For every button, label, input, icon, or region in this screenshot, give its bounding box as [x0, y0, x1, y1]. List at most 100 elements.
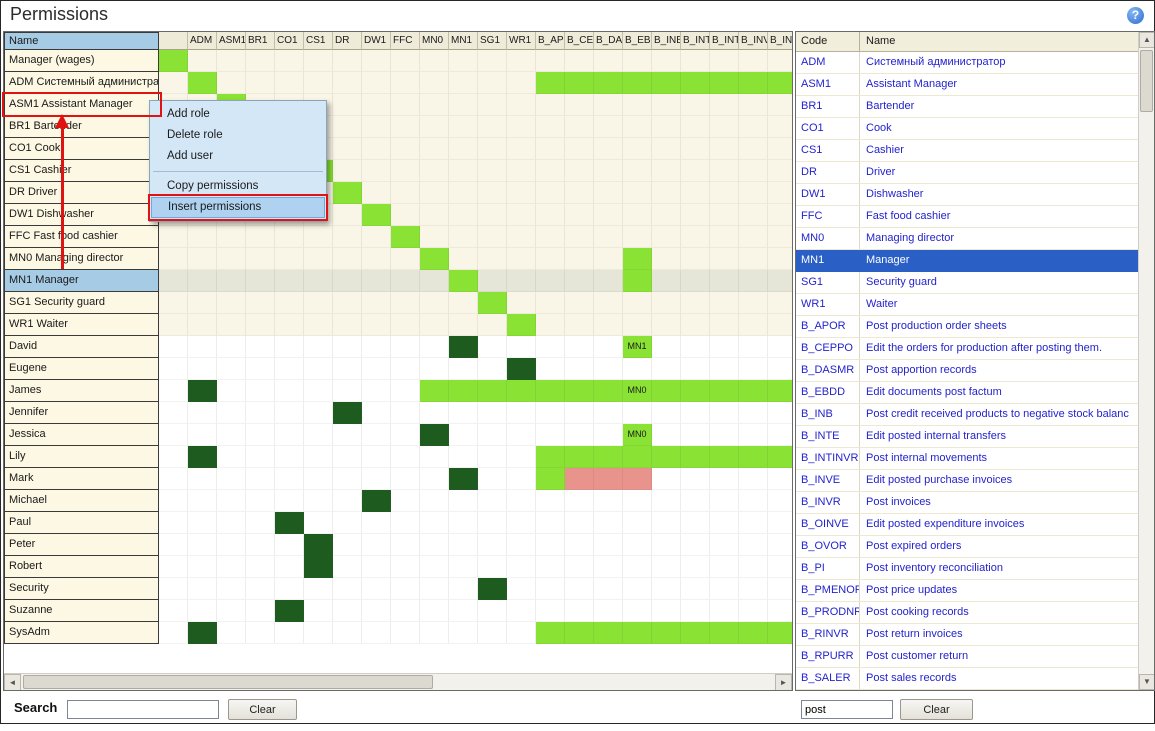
permission-cell[interactable] [768, 248, 792, 270]
list-row-B_DASMR[interactable]: B_DASMRPost apportion records [796, 360, 1138, 382]
permission-cell[interactable] [188, 314, 217, 336]
permission-cell[interactable] [159, 446, 188, 468]
permission-cell-light[interactable] [594, 446, 623, 468]
permission-cell[interactable] [681, 600, 710, 622]
permission-cell[interactable] [275, 490, 304, 512]
permission-cell[interactable] [507, 204, 536, 226]
permission-cell[interactable] [275, 446, 304, 468]
row-name[interactable]: DR Driver [4, 182, 159, 204]
permission-cell-dark[interactable] [507, 358, 536, 380]
permission-cell-pink[interactable] [594, 468, 623, 490]
permission-cell[interactable] [362, 336, 391, 358]
permission-cell-light[interactable] [623, 446, 652, 468]
permission-cell[interactable] [565, 50, 594, 72]
row-name[interactable]: Suzanne [4, 600, 159, 622]
permission-cell[interactable] [536, 94, 565, 116]
permission-cell[interactable] [420, 556, 449, 578]
row-name[interactable]: David [4, 336, 159, 358]
permission-cell[interactable] [652, 292, 681, 314]
column-header-DW1[interactable]: DW1 [362, 32, 391, 50]
permission-cell[interactable] [217, 226, 246, 248]
permission-cell[interactable] [188, 534, 217, 556]
permission-cell[interactable] [565, 94, 594, 116]
permission-cell[interactable] [652, 138, 681, 160]
permission-cell[interactable] [304, 512, 333, 534]
permission-cell[interactable] [681, 512, 710, 534]
permission-cell[interactable] [507, 534, 536, 556]
row-name[interactable]: Mark [4, 468, 159, 490]
permission-cell[interactable] [159, 578, 188, 600]
horizontal-scroll-thumb[interactable] [23, 675, 433, 689]
row-name[interactable]: FFC Fast food cashier [4, 226, 159, 248]
permission-cell[interactable] [739, 578, 768, 600]
permission-cell[interactable] [565, 578, 594, 600]
permission-cell[interactable] [623, 556, 652, 578]
vertical-scroll-thumb[interactable] [1140, 50, 1153, 112]
permission-cell[interactable] [449, 72, 478, 94]
permission-cell[interactable] [304, 314, 333, 336]
permission-cell-light[interactable] [739, 72, 768, 94]
permission-cell[interactable] [536, 358, 565, 380]
permission-cell[interactable] [246, 556, 275, 578]
permission-cell[interactable] [304, 226, 333, 248]
permission-cell[interactable] [246, 270, 275, 292]
permission-cell[interactable] [391, 512, 420, 534]
permission-cell[interactable] [710, 556, 739, 578]
permission-cell[interactable] [507, 446, 536, 468]
permission-cell[interactable] [159, 512, 188, 534]
permission-cell[interactable] [565, 314, 594, 336]
permission-cell[interactable] [710, 116, 739, 138]
permission-cell[interactable] [536, 402, 565, 424]
permission-cell[interactable] [159, 292, 188, 314]
permission-cell[interactable] [623, 600, 652, 622]
permission-cell[interactable] [652, 182, 681, 204]
row-name[interactable]: Peter [4, 534, 159, 556]
clear-button-left[interactable]: Clear [228, 699, 297, 720]
permission-cell-light[interactable] [710, 446, 739, 468]
permission-cell[interactable] [536, 50, 565, 72]
permission-cell[interactable] [333, 226, 362, 248]
permission-cell[interactable] [623, 160, 652, 182]
permission-cell[interactable] [768, 314, 792, 336]
permission-cell[interactable] [536, 600, 565, 622]
permission-cell-dark[interactable] [275, 512, 304, 534]
list-row-ASM1[interactable]: ASM1Assistant Manager [796, 74, 1138, 96]
permission-cell[interactable] [217, 314, 246, 336]
permission-cell[interactable] [333, 534, 362, 556]
permission-cell[interactable] [478, 226, 507, 248]
permission-cell[interactable] [739, 160, 768, 182]
permission-cell[interactable] [594, 138, 623, 160]
permission-cell[interactable] [652, 468, 681, 490]
permission-cell[interactable] [333, 380, 362, 402]
permission-cell[interactable] [217, 556, 246, 578]
permission-cell[interactable] [391, 138, 420, 160]
permission-cell[interactable] [217, 424, 246, 446]
permission-cell-light[interactable] [652, 446, 681, 468]
permission-cell[interactable] [652, 94, 681, 116]
permission-cell[interactable] [739, 116, 768, 138]
list-row-B_PMENOR[interactable]: B_PMENORPost price updates [796, 580, 1138, 602]
permission-cell-light[interactable] [623, 270, 652, 292]
permission-cell-dark[interactable] [188, 380, 217, 402]
clear-button-right[interactable]: Clear [900, 699, 973, 720]
permission-cell[interactable] [681, 138, 710, 160]
permission-cell[interactable] [623, 94, 652, 116]
permission-cell[interactable] [652, 314, 681, 336]
list-row-B_APOR[interactable]: B_APORPost production order sheets [796, 316, 1138, 338]
permission-cell[interactable] [594, 336, 623, 358]
permission-cell[interactable] [536, 138, 565, 160]
permission-cell[interactable] [565, 512, 594, 534]
column-header-B_AP[interactable]: B_AP [536, 32, 565, 50]
list-row-MN1[interactable]: MN1Manager [796, 250, 1138, 272]
list-row-SG1[interactable]: SG1Security guard [796, 272, 1138, 294]
row-name[interactable]: BR1 Bartender [4, 116, 159, 138]
permission-cell[interactable] [507, 336, 536, 358]
permission-cell[interactable] [768, 182, 792, 204]
permission-cell[interactable] [710, 270, 739, 292]
list-row-B_INVE[interactable]: B_INVEEdit posted purchase invoices [796, 470, 1138, 492]
column-header-SG1[interactable]: SG1 [478, 32, 507, 50]
permission-cell[interactable] [681, 248, 710, 270]
permission-cell[interactable] [391, 270, 420, 292]
permission-cell[interactable] [536, 490, 565, 512]
permission-cell[interactable] [710, 534, 739, 556]
